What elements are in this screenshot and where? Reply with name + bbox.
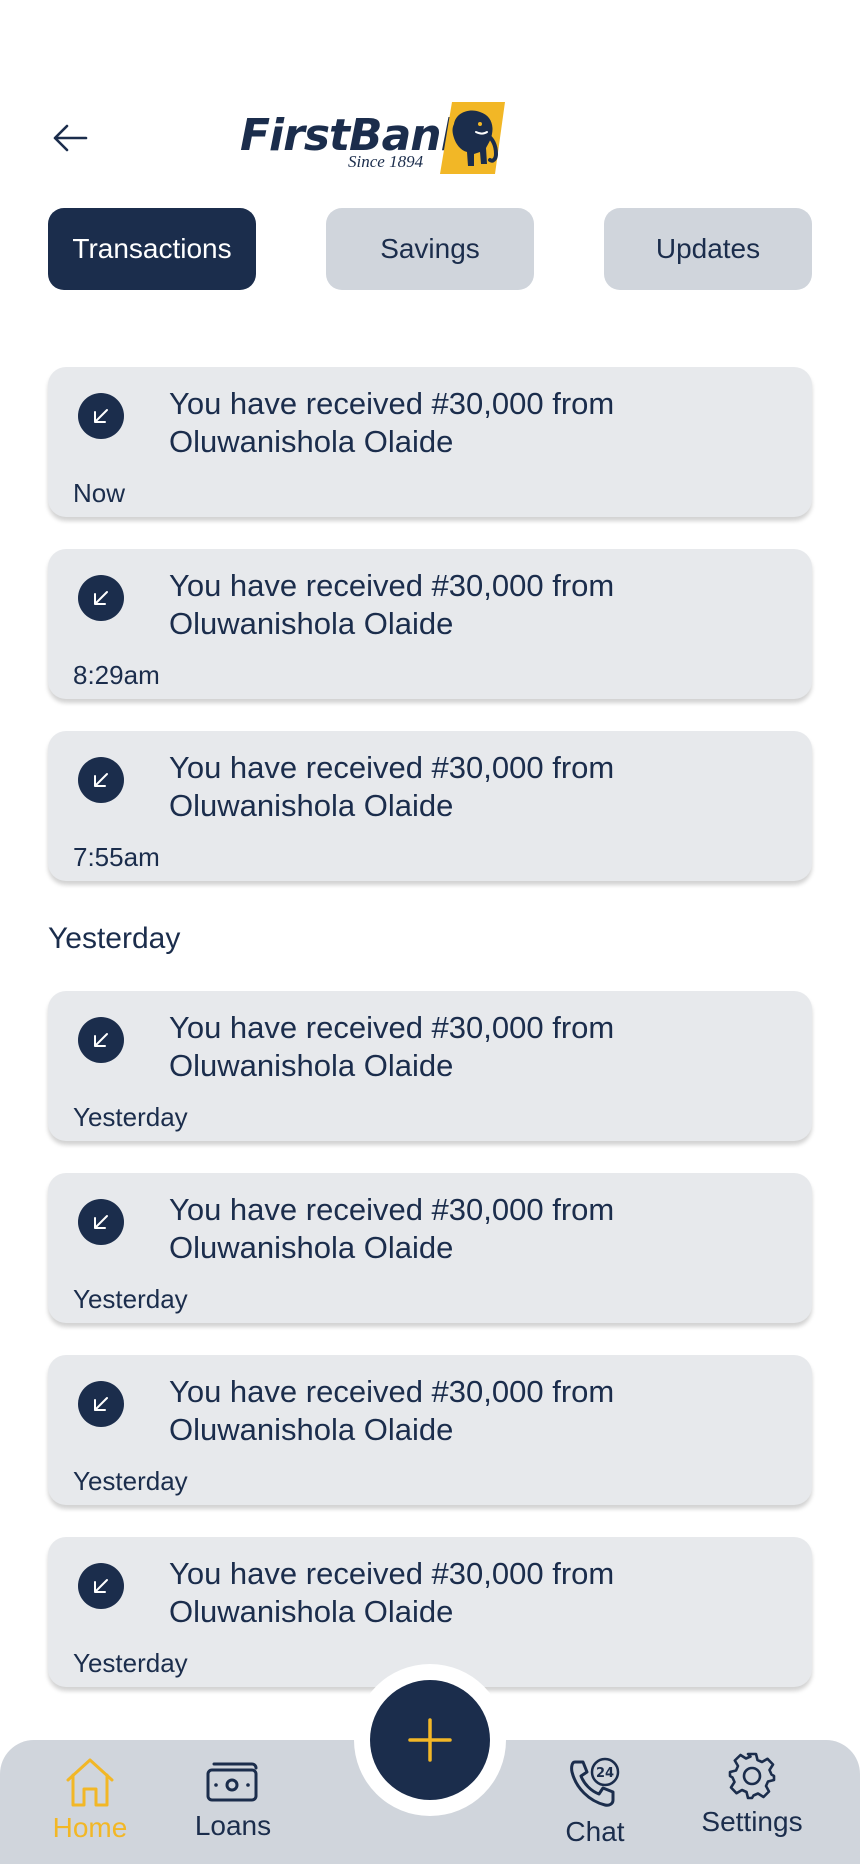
add-button[interactable]	[370, 1680, 490, 1800]
notification-card[interactable]: You have received #30,000 from Oluwanish…	[48, 731, 812, 881]
back-button[interactable]	[50, 118, 90, 158]
nav-chat[interactable]: 24 Chat	[550, 1756, 640, 1848]
svg-text:24: 24	[596, 1766, 614, 1781]
arrow-down-left-icon	[78, 1199, 124, 1245]
elephant-logo-icon	[440, 102, 505, 174]
notification-card[interactable]: You have received #30,000 from Oluwanish…	[48, 991, 812, 1141]
notification-message: You have received #30,000 from Oluwanish…	[169, 1374, 615, 1447]
category-tabs: Transactions Savings Updates	[48, 208, 812, 290]
notification-time: Yesterday	[73, 1284, 188, 1314]
nav-settings-label: Settings	[701, 1806, 803, 1837]
arrow-down-left-icon	[78, 1563, 124, 1609]
arrow-down-left-icon	[78, 1017, 124, 1063]
notification-message: You have received #30,000 from Oluwanish…	[169, 750, 615, 823]
notification-time: Yesterday	[73, 1648, 188, 1678]
notification-time: Yesterday	[73, 1102, 188, 1132]
cash-icon	[206, 1762, 258, 1802]
nav-settings[interactable]: Settings	[690, 1750, 814, 1838]
plus-icon	[408, 1718, 452, 1762]
tab-transactions[interactable]: Transactions	[48, 208, 256, 290]
logo-tagline: Since 1894	[348, 152, 424, 171]
notification-card[interactable]: You have received #30,000 from Oluwanish…	[48, 1173, 812, 1323]
arrow-down-left-icon	[78, 575, 124, 621]
nav-loans[interactable]: Loans	[185, 1756, 281, 1842]
section-heading-yesterday: Yesterday	[48, 922, 181, 955]
notification-message: You have received #30,000 from Oluwanish…	[169, 568, 615, 641]
arrow-down-left-icon	[78, 1381, 124, 1427]
arrow-left-icon	[53, 124, 88, 152]
firstbank-logo: FirstBank Since 1894	[240, 102, 505, 177]
notification-card[interactable]: You have received #30,000 from Oluwanish…	[48, 1355, 812, 1505]
arrow-down-left-icon	[78, 757, 124, 803]
arrow-down-left-icon	[78, 393, 124, 439]
gear-icon	[728, 1752, 776, 1800]
tab-updates[interactable]: Updates	[604, 208, 812, 290]
tab-savings[interactable]: Savings	[326, 208, 534, 290]
notification-time: 7:55am	[73, 842, 160, 872]
nav-loans-label: Loans	[194, 1810, 272, 1841]
nav-home-label: Home	[52, 1812, 128, 1843]
notification-message: You have received #30,000 from Oluwanish…	[169, 386, 615, 459]
nav-chat-label: Chat	[565, 1816, 625, 1847]
notification-message: You have received #30,000 from Oluwanish…	[169, 1010, 615, 1083]
home-icon	[66, 1758, 114, 1807]
notification-card[interactable]: You have received #30,000 from Oluwanish…	[48, 367, 812, 517]
notification-message: You have received #30,000 from Oluwanish…	[169, 1556, 615, 1629]
phone-24-icon: 24	[570, 1757, 620, 1807]
notification-time: Yesterday	[73, 1466, 188, 1496]
notification-time: 8:29am	[73, 660, 160, 690]
notification-message: You have received #30,000 from Oluwanish…	[169, 1192, 615, 1265]
nav-home[interactable]: Home	[45, 1756, 135, 1844]
notification-time: Now	[73, 478, 126, 508]
notification-card[interactable]: You have received #30,000 from Oluwanish…	[48, 549, 812, 699]
